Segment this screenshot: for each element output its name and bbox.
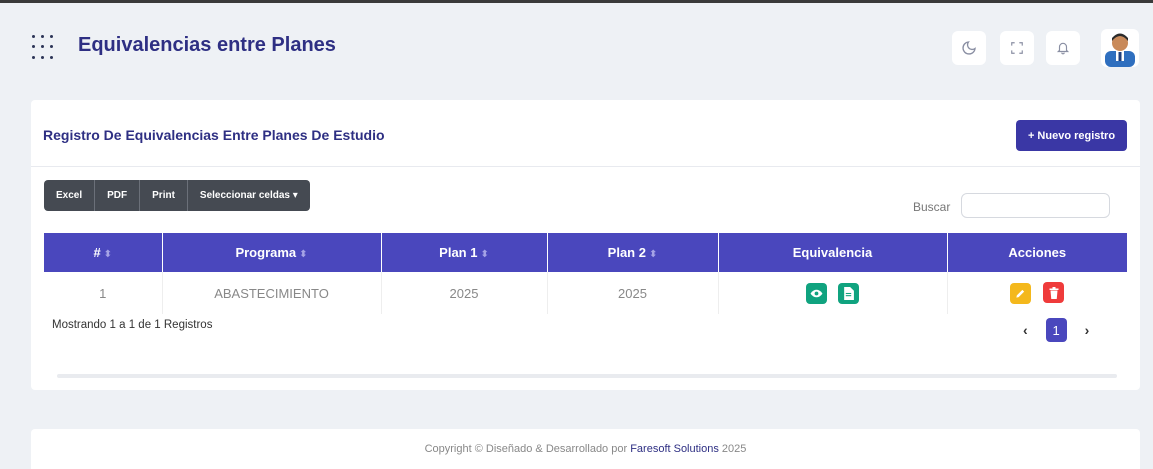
print-button[interactable]: Print [140,180,188,211]
edit-button[interactable] [1010,282,1032,304]
page-header: Equivalencias entre Planes [0,15,1153,75]
document-button[interactable] [838,282,860,304]
bell-icon [1056,42,1070,55]
sort-icon: ⬍ [648,249,658,260]
records-card: Registro De Equivalencias Entre Planes D… [31,100,1140,390]
prev-page-button[interactable]: ‹ [1023,322,1028,338]
pencil-icon [1016,289,1025,298]
cell-num: 1 [44,272,163,314]
footer-brand-link[interactable]: Faresoft Solutions [630,443,719,455]
table-row: 1 ABASTECIMIENTO 2025 2025 [44,272,1127,314]
records-count-text: Mostrando 1 a 1 de 1 Registros [52,319,213,331]
view-button[interactable] [805,282,827,304]
search-label: Buscar [913,200,951,214]
export-button-group: Excel PDF Print Seleccionar celdas ▾ [44,180,310,211]
equivalences-table: # ⬍ Programa ⬍ Plan 1 ⬍ Plan 2 ⬍ Equivalenci… [44,233,1127,314]
top-border [0,0,1153,15]
document-icon [844,286,855,300]
dark-mode-button[interactable] [952,31,986,65]
trash-icon [1049,286,1059,299]
card-title: Registro De Equivalencias Entre Planes D… [43,127,385,143]
eye-icon [810,289,823,297]
footer: Copyright © Diseñado & Desarrollado por … [31,429,1140,469]
notifications-button[interactable] [1046,31,1080,65]
pagination: ‹ 1 › [1023,318,1089,342]
footer-text: Copyright © Diseñado & Desarrollado por [424,443,628,455]
fullscreen-icon [1011,42,1023,54]
sort-icon: ⬍ [480,249,489,260]
page-button-current[interactable]: 1 [1045,318,1067,342]
grid-menu-icon[interactable] [32,35,58,61]
cell-equivalencia [718,272,948,314]
sort-icon: ⬍ [299,249,308,260]
col-header-num[interactable]: # ⬍ [44,233,163,272]
user-avatar[interactable] [1101,29,1139,67]
sort-icon: ⬍ [103,249,113,260]
delete-button[interactable] [1043,282,1065,304]
col-header-acciones: Acciones [947,233,1127,272]
excel-button[interactable]: Excel [44,180,96,211]
card-divider [31,166,1140,167]
pdf-button[interactable]: PDF [95,180,141,211]
next-page-button[interactable]: › [1085,322,1090,338]
search-input[interactable] [961,193,1110,218]
col-header-plan1[interactable]: Plan 1 ⬍ [381,233,548,272]
cell-acciones [947,272,1127,314]
col-header-programa[interactable]: Programa ⬍ [162,233,382,272]
new-record-button[interactable]: + Nuevo registro [1016,120,1127,151]
col-header-equivalencia: Equivalencia [718,233,948,272]
cell-plan2: 2025 [547,272,719,314]
page-title: Equivalencias entre Planes [78,34,336,56]
cell-programa: ABASTECIMIENTO [162,272,382,314]
cell-plan1: 2025 [381,272,548,314]
horizontal-scrollbar[interactable] [57,374,1117,378]
footer-year: 2025 [721,443,747,455]
fullscreen-button[interactable] [1000,31,1034,65]
select-cells-dropdown[interactable]: Seleccionar celdas ▾ [188,180,310,211]
moon-icon [962,41,976,55]
col-header-plan2[interactable]: Plan 2 ⬍ [547,233,719,272]
